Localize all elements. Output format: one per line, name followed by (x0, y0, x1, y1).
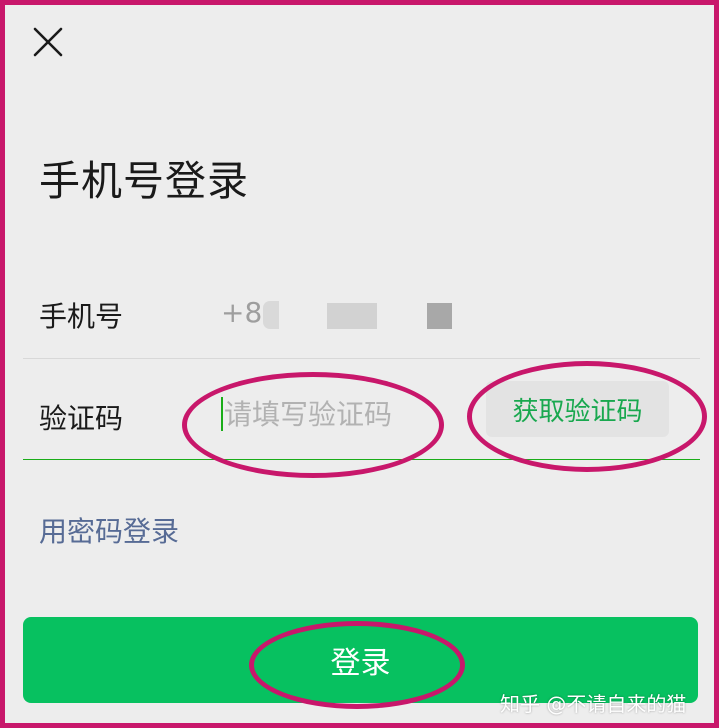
close-icon (33, 27, 63, 57)
redaction-block (263, 301, 279, 329)
watermark: 知乎 @不请自来的猫 (500, 692, 687, 716)
phone-label: 手机号 (39, 300, 124, 333)
get-verification-code-button[interactable]: 获取验证码 (486, 381, 669, 437)
close-button[interactable] (31, 25, 65, 59)
active-divider (23, 459, 700, 460)
page-title: 手机号登录 (39, 157, 249, 205)
verification-code-input[interactable] (221, 391, 444, 437)
password-login-link[interactable]: 用密码登录 (39, 510, 179, 550)
text-cursor (221, 397, 223, 431)
redaction-block (427, 303, 452, 329)
login-screen: 手机号登录 手机号 +86 验证码 获取验证码 用密码登录 登录 知乎 @不请自… (0, 0, 719, 728)
divider (23, 358, 700, 359)
verification-code-label: 验证码 (39, 402, 124, 435)
redaction-block (327, 303, 377, 329)
